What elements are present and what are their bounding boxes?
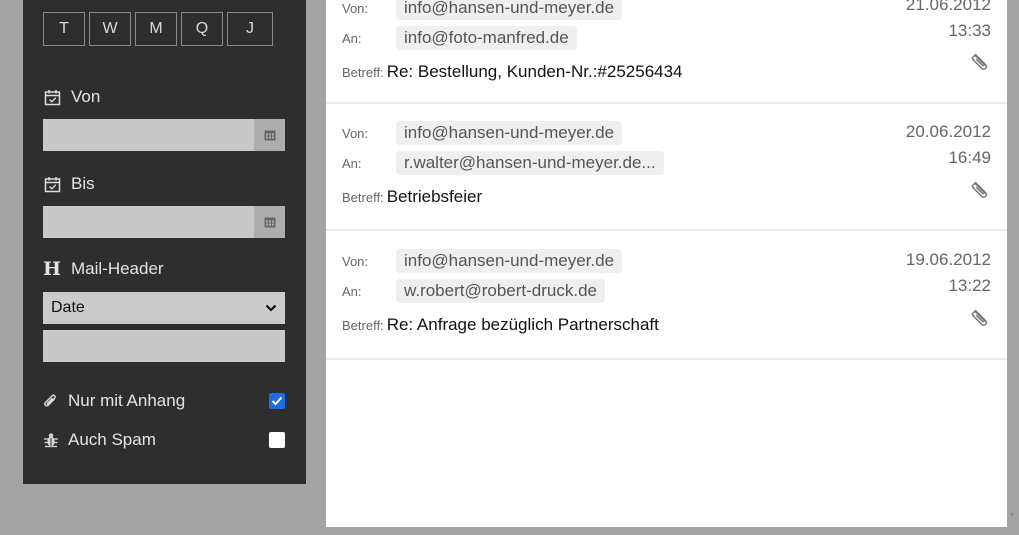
header-icon: H: [43, 258, 61, 280]
paperclip-icon: [971, 309, 988, 326]
bis-label-row: Bis: [43, 174, 95, 194]
checkmark-icon: [271, 396, 283, 406]
mail-to-address[interactable]: w.robert@robert-druck.de: [396, 279, 606, 303]
from-key-label: Von:: [342, 0, 369, 16]
von-calendar-button[interactable]: [254, 119, 285, 151]
mail-header-label-row: H Mail-Header: [43, 258, 164, 280]
mail-from-row: Von: info@hansen-und-meyer.de: [342, 249, 623, 273]
paperclip-icon: [971, 181, 988, 198]
from-key-label: Von:: [342, 125, 369, 141]
to-key-label: An:: [342, 283, 362, 299]
von-date-input[interactable]: [43, 119, 254, 151]
von-label: Von: [71, 87, 101, 106]
mail-to-row: An: info@foto-manfred.de: [342, 26, 577, 50]
spam-filter-label: Auch Spam: [68, 430, 156, 449]
mail-from-row: Von: info@hansen-und-meyer.de: [342, 0, 623, 20]
mail-time: 16:49: [948, 148, 991, 167]
mail-header-value-input[interactable]: [43, 330, 285, 362]
chevron-down-icon: [265, 304, 277, 312]
mail-subject-row: Betreff: Re: Bestellung, Kunden-Nr.:#252…: [342, 62, 683, 82]
from-key-label: Von:: [342, 253, 369, 269]
bis-date-input[interactable]: [43, 206, 254, 238]
calendar-check-icon: [43, 175, 61, 193]
mail-from-address[interactable]: info@hansen-und-meyer.de: [396, 249, 623, 273]
bug-icon: [44, 433, 58, 448]
mail-header-select-value: Date: [51, 299, 85, 316]
mail-from-address[interactable]: info@hansen-und-meyer.de: [396, 0, 623, 20]
spam-checkbox[interactable]: [269, 432, 285, 448]
subject-key-label: Betreff:: [342, 317, 384, 333]
mail-from-address[interactable]: info@hansen-und-meyer.de: [396, 121, 623, 145]
von-label-row: Von: [43, 87, 100, 107]
calendar-icon: [264, 217, 275, 228]
bis-calendar-button[interactable]: [254, 206, 285, 238]
mail-list: Von: info@hansen-und-meyer.de An: info@f…: [326, 0, 1007, 527]
range-button-j[interactable]: J: [227, 12, 273, 46]
filter-panel: T W M Q J Von Bis H Mail-Header Date Nur…: [23, 0, 306, 484]
date-range-buttons: T W M Q J: [43, 12, 273, 46]
range-button-q[interactable]: Q: [181, 12, 223, 46]
mail-item[interactable]: Von: info@hansen-und-meyer.de An: info@f…: [326, 0, 1007, 104]
attachment-checkbox[interactable]: [269, 393, 285, 409]
mail-to-row: An: w.robert@robert-druck.de: [342, 279, 606, 303]
calendar-check-icon: [43, 88, 61, 106]
mail-date: 21.06.2012: [905, 0, 991, 14]
mail-item[interactable]: Von: info@hansen-und-meyer.de An: w.robe…: [326, 231, 1007, 360]
calendar-icon: [264, 130, 275, 141]
attachment-filter-row: Nur mit Anhang: [43, 391, 285, 411]
mail-date: 20.06.2012: [905, 122, 991, 141]
paperclip-icon: [971, 53, 988, 70]
mail-item[interactable]: Von: info@hansen-und-meyer.de An: r.walt…: [326, 104, 1007, 231]
bis-label: Bis: [71, 174, 95, 193]
mail-time: 13:33: [948, 21, 991, 40]
mail-subject: Re: Bestellung, Kunden-Nr.:#25256434: [386, 62, 683, 81]
mail-subject: Re: Anfrage bezüglich Partnerschaft: [386, 315, 659, 334]
range-button-m[interactable]: M: [135, 12, 177, 46]
spam-filter-row: Auch Spam: [43, 430, 285, 450]
mail-header-select[interactable]: Date: [43, 292, 285, 324]
mail-date: 19.06.2012: [905, 250, 991, 269]
subject-key-label: Betreff:: [342, 64, 384, 80]
mail-subject-row: Betreff: Re: Anfrage bezüglich Partnersc…: [342, 315, 659, 335]
mail-to-address[interactable]: info@foto-manfred.de: [396, 26, 577, 50]
subject-key-label: Betreff:: [342, 189, 384, 205]
paperclip-icon: [44, 394, 56, 407]
range-button-t[interactable]: T: [43, 12, 85, 46]
attachment-filter-label: Nur mit Anhang: [68, 391, 186, 410]
scroll-down-arrow-icon[interactable]: ▾: [1010, 511, 1018, 519]
range-button-w[interactable]: W: [89, 12, 131, 46]
mail-header-label: Mail-Header: [71, 259, 164, 278]
mail-subject-row: Betreff: Betriebsfeier: [342, 187, 482, 207]
mail-from-row: Von: info@hansen-und-meyer.de: [342, 121, 623, 145]
von-date-field: [43, 119, 285, 151]
to-key-label: An:: [342, 30, 362, 46]
mail-subject: Betriebsfeier: [386, 187, 483, 206]
bis-date-field: [43, 206, 285, 238]
mail-time: 13:22: [948, 276, 991, 295]
to-key-label: An:: [342, 155, 362, 171]
mail-to-row: An: r.walter@hansen-und-meyer.de...: [342, 151, 664, 175]
mail-to-address[interactable]: r.walter@hansen-und-meyer.de...: [396, 151, 664, 175]
